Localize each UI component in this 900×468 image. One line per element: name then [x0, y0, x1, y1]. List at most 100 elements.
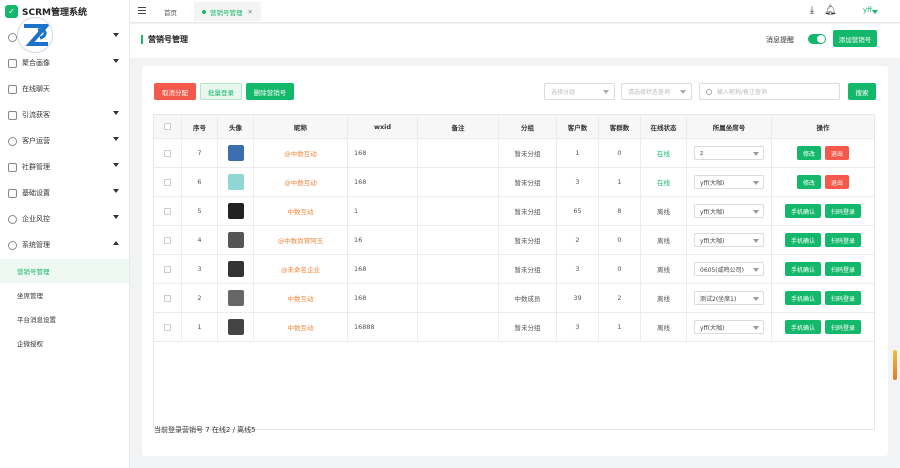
table-empty-area — [154, 342, 874, 429]
add-account-button[interactable]: 添加营销号 — [833, 30, 877, 47]
table-cell: 修改 退出 — [772, 168, 874, 196]
bell-icon[interactable]: 🔔︎ — [824, 5, 837, 17]
phone-confirm-button[interactable]: 手机确认 — [784, 233, 821, 247]
table-row: 7 @中数互动 168 暂未分组 1 0 在线 z 修改 退出 — [154, 139, 874, 168]
seat-select[interactable]: 0605(咸鸣公司) — [694, 262, 764, 276]
table-cell — [218, 255, 254, 283]
accounts-table: 序号 头像 昵称 wxid 备注 分组 客户数 客群数 在线状态 所属坐席号 操… — [153, 114, 875, 430]
download-icon[interactable]: ⤓ — [806, 5, 818, 17]
checkbox[interactable] — [164, 294, 171, 302]
delete-account-button[interactable]: 删除营销号 — [246, 83, 294, 100]
seat-select[interactable]: yff(大咖) — [694, 175, 764, 189]
page-scrollbar[interactable] — [893, 350, 897, 380]
sidebar-sub-auth[interactable]: 企微授权 — [0, 331, 129, 355]
funnel-icon — [8, 110, 17, 120]
chevron-down-icon[interactable] — [872, 10, 878, 14]
sidebar-item-customer[interactable]: 客户运营 — [0, 128, 129, 154]
chevron-down-icon — [113, 111, 119, 115]
sidebar-item-community[interactable]: 社群管理 — [0, 154, 129, 180]
checkbox[interactable] — [164, 236, 171, 244]
seat-select[interactable]: yff(大咖) — [694, 320, 764, 334]
seat-select[interactable]: z — [694, 146, 764, 160]
seat-value: yff(大咖) — [700, 324, 725, 332]
table-cell — [154, 313, 182, 341]
phone-confirm-button[interactable]: 手机确认 — [784, 320, 821, 334]
search-input[interactable]: 输入昵称/备注查询 — [699, 83, 840, 100]
chevron-down-icon — [113, 59, 119, 63]
logout-button[interactable]: 退出 — [825, 175, 850, 189]
scan-login-button[interactable]: 扫码登录 — [825, 262, 862, 276]
group-select[interactable]: 选择分组 — [544, 83, 615, 100]
tab-home[interactable]: 首页 — [156, 2, 185, 21]
close-icon[interactable]: ✕ — [248, 8, 253, 16]
table-cell: 4 — [182, 226, 218, 254]
table-cell: 16888 — [348, 313, 418, 341]
header-cell: 在线状态 — [641, 115, 687, 138]
scan-login-button[interactable]: 扫码登录 — [825, 204, 862, 218]
batch-login-button[interactable]: 批量登录 — [200, 83, 242, 100]
sidebar-item-chat[interactable]: 在线聊天 — [0, 76, 129, 102]
table-cell: 1 — [599, 168, 641, 196]
table-cell: @中数互动 — [254, 139, 348, 167]
sidebar-item-home[interactable] — [0, 24, 129, 50]
sidebar-item-settings[interactable]: 基础设置 — [0, 180, 129, 206]
table-cell: 离线 — [641, 226, 687, 254]
checkbox[interactable] — [164, 178, 171, 186]
seat-select[interactable]: yff(大咖) — [694, 233, 764, 247]
header-select-all[interactable] — [154, 115, 182, 138]
user-menu[interactable]: yff — [863, 6, 872, 14]
edit-button[interactable]: 修改 — [796, 146, 821, 160]
menu-toggle-icon[interactable] — [138, 7, 146, 15]
customer-count: 39 — [573, 294, 582, 302]
chevron-down-icon — [113, 137, 119, 141]
checkbox[interactable] — [164, 207, 171, 215]
scan-login-button[interactable]: 扫码登录 — [825, 291, 862, 305]
logout-button[interactable]: 退出 — [825, 146, 850, 160]
sidebar-item-acquire[interactable]: 引流获客 — [0, 102, 129, 128]
phone-confirm-button[interactable]: 手机确认 — [784, 262, 821, 276]
wxid: 16888 — [354, 323, 375, 331]
group: 暂未分组 — [514, 150, 541, 158]
table-cell — [418, 197, 499, 225]
chevron-down-icon — [753, 181, 759, 185]
wxid: 168 — [354, 265, 367, 273]
edit-button[interactable]: 修改 — [796, 175, 821, 189]
scan-login-button[interactable]: 扫码登录 — [825, 233, 862, 247]
table-cell — [218, 139, 254, 167]
sidebar-item-system[interactable]: 系统管理 — [0, 232, 129, 258]
sidebar-item-label: 引流获客 — [22, 111, 50, 119]
cancel-assign-button[interactable]: 取消分配 — [154, 83, 196, 100]
seat-select[interactable]: 测试2(坐席1) — [694, 291, 764, 305]
phone-confirm-button[interactable]: 手机确认 — [784, 204, 821, 218]
checkbox[interactable] — [164, 323, 171, 331]
checkbox[interactable] — [164, 265, 171, 273]
tab-marketing[interactable]: 营销号管理 ✕ — [194, 2, 261, 21]
message-reminder-toggle[interactable] — [808, 34, 826, 44]
table-cell: 离线 — [641, 313, 687, 341]
checkbox[interactable] — [164, 149, 171, 157]
sidebar-sub-seat[interactable]: 坐席管理 — [0, 283, 129, 307]
table-cell: 0 — [599, 139, 641, 167]
phone-confirm-button[interactable]: 手机确认 — [784, 291, 821, 305]
scan-login-button[interactable]: 扫码登录 — [825, 320, 862, 334]
seat-value: yff(大咖) — [700, 237, 725, 245]
title-accent — [141, 35, 143, 44]
chevron-down-icon — [753, 210, 759, 214]
status-select[interactable]: 请选择状态查询 — [621, 83, 692, 100]
search-placeholder: 输入昵称/备注查询 — [717, 89, 768, 96]
search-button[interactable]: 搜索 — [848, 83, 876, 100]
seat-select[interactable]: yff(大咖) — [694, 204, 764, 218]
table-cell: 3 — [557, 255, 599, 283]
table-cell: @中数互动 — [254, 168, 348, 196]
checkbox[interactable] — [164, 123, 171, 130]
group-icon — [8, 162, 17, 172]
sidebar-sub-marketing[interactable]: 营销号管理 — [0, 259, 129, 283]
sidebar-item-profile[interactable]: 聚合画像 — [0, 50, 129, 76]
table-cell: 暂未分组 — [499, 197, 557, 225]
wxid: 168 — [354, 178, 367, 186]
table-cell: yff(大咖) — [687, 226, 772, 254]
header-cell: 客群数 — [599, 115, 641, 138]
sidebar-item-risk[interactable]: 企业风控 — [0, 206, 129, 232]
sidebar-sub-message[interactable]: 平台消息设置 — [0, 307, 129, 331]
sidebar-item-label: 社群管理 — [22, 163, 50, 171]
